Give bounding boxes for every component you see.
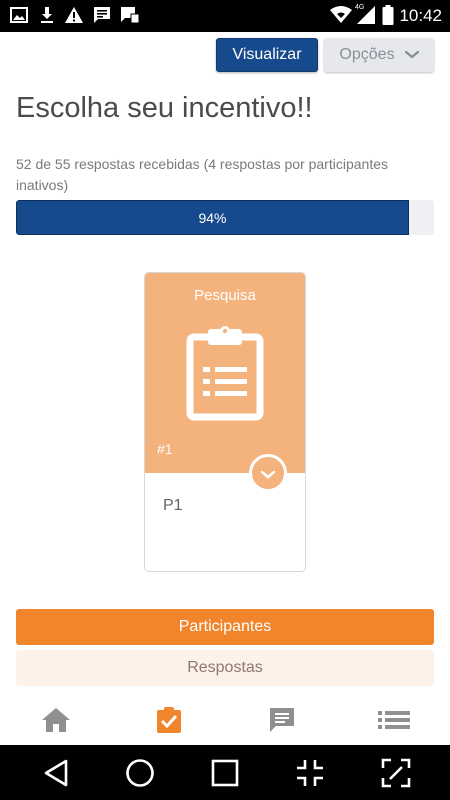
download-icon	[38, 6, 56, 28]
battery-icon	[382, 5, 394, 29]
incentive-card[interactable]: Pesquisa #1 P1	[144, 272, 306, 572]
card-name: P1	[163, 497, 183, 514]
response-progress-bar: 94%	[16, 200, 434, 235]
responses-summary: 52 de 55 respostas recebidas (4 resposta…	[16, 156, 388, 193]
list-icon[interactable]	[378, 705, 410, 735]
warning-icon	[64, 6, 84, 28]
tab-participants[interactable]: Participantes	[16, 609, 434, 645]
tab-responses[interactable]: Respostas	[16, 650, 434, 686]
chevron-down-icon	[260, 464, 276, 483]
page-title: Escolha seu incentivo!!	[16, 92, 313, 124]
status-time: 10:42	[399, 6, 442, 25]
tab-responses-label: Respostas	[187, 659, 263, 676]
clipboard-list-icon	[186, 325, 264, 425]
expand-icon[interactable]	[380, 757, 412, 789]
system-navigation-bar	[0, 745, 450, 800]
visualize-button[interactable]: Visualizar	[216, 38, 318, 72]
recents-icon[interactable]	[209, 757, 241, 789]
chevron-down-icon	[404, 46, 419, 64]
card-header: Pesquisa #1	[145, 273, 305, 473]
back-icon[interactable]	[40, 757, 72, 789]
message-icon	[93, 6, 111, 28]
progress-fill: 94%	[16, 200, 409, 235]
card-type-label: Pesquisa	[194, 287, 256, 304]
options-dropdown-label: Opções	[339, 46, 395, 63]
bottom-navigation	[0, 695, 450, 745]
visualize-button-label: Visualizar	[232, 46, 302, 63]
home-circle-icon[interactable]	[124, 757, 156, 789]
card-number: #1	[157, 441, 173, 457]
wifi-icon	[330, 5, 352, 29]
options-dropdown[interactable]: Opções	[324, 38, 434, 72]
card-expand-button[interactable]	[249, 454, 287, 492]
tasks-icon[interactable]	[153, 705, 185, 735]
progress-percent: 94%	[198, 209, 227, 226]
home-icon[interactable]	[40, 705, 72, 735]
sms-icon	[120, 6, 140, 28]
collapse-icon[interactable]	[294, 757, 326, 789]
image-icon	[10, 6, 28, 28]
chat-icon[interactable]	[266, 705, 298, 735]
tab-participants-label: Participantes	[178, 618, 272, 635]
signal-icon	[357, 6, 375, 28]
status-bar: 4G 10:42	[0, 0, 450, 32]
